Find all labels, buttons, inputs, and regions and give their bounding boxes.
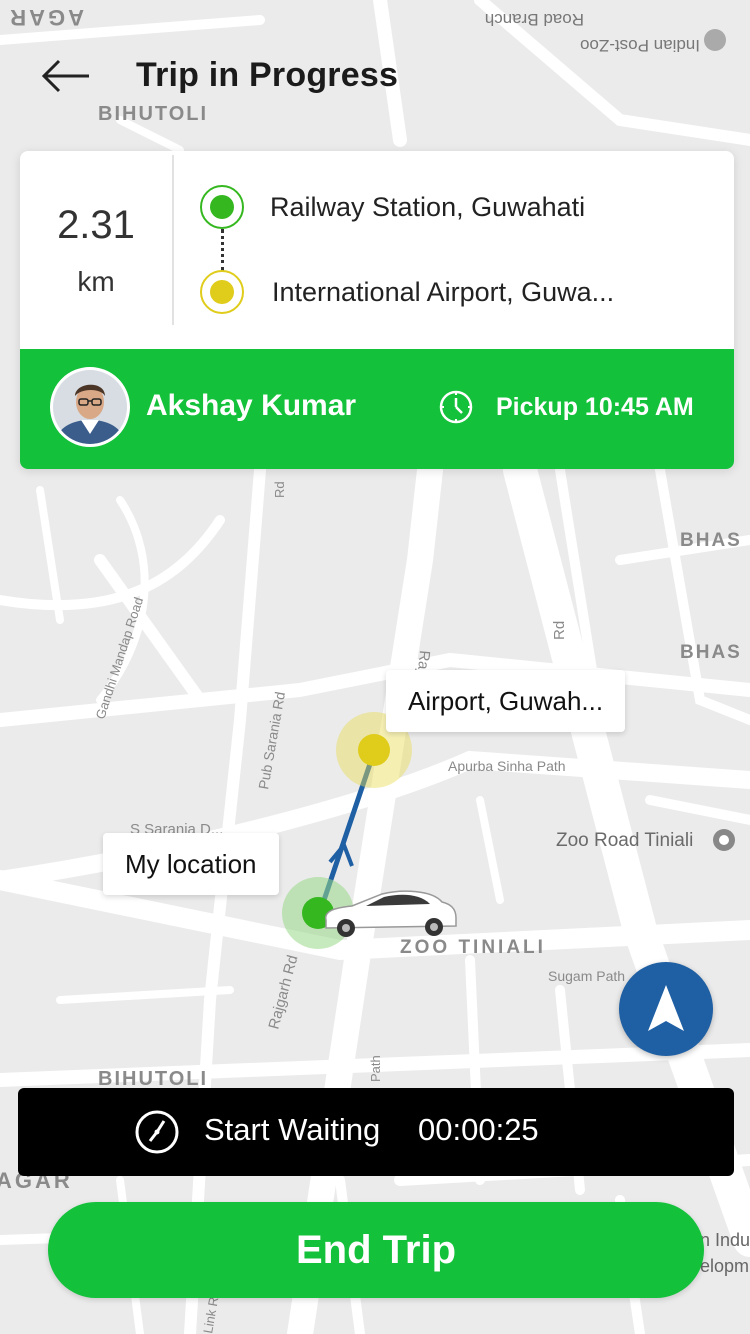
map-label-path: Path xyxy=(368,1055,383,1082)
driver-bar[interactable]: Akshay Kumar Pickup 10:45 AM xyxy=(20,349,734,469)
drop-stop[interactable]: International Airport, Guwa... xyxy=(200,267,614,317)
map-label-road: Rd xyxy=(272,481,287,498)
map-label-road: Rd xyxy=(551,621,568,640)
end-trip-button[interactable]: End Trip xyxy=(48,1202,704,1298)
destination-tooltip[interactable]: Airport, Guwah... xyxy=(386,670,626,732)
map-label-zoo-road-tiniali: Zoo Road Tiniali xyxy=(556,830,693,851)
map-label-place: elopm xyxy=(700,1256,749,1276)
navigation-button[interactable] xyxy=(619,962,713,1056)
arrow-left-icon xyxy=(41,59,89,93)
timer-icon xyxy=(135,1110,179,1154)
destination-marker[interactable] xyxy=(358,734,390,766)
start-waiting-button[interactable]: Start Waiting 00:00:25 xyxy=(18,1088,734,1176)
map-label-apurba-sinha-path: Apurba Sinha Path xyxy=(448,758,566,774)
driver-name: Akshay Kumar xyxy=(146,389,357,422)
my-location-tooltip[interactable]: My location xyxy=(103,833,279,895)
driver-photo xyxy=(53,370,127,444)
waiting-timer: 00:00:25 xyxy=(418,1112,539,1147)
map-label-bhas: BHAS xyxy=(680,530,742,551)
map-label-zoo-tiniali: ZOO TINIALI xyxy=(400,937,546,958)
navigation-arrow-icon xyxy=(648,985,684,1031)
page-title: Trip in Progress xyxy=(136,56,399,94)
distance-value: 2.31 xyxy=(57,202,135,247)
map-label-place: n Indu xyxy=(700,1230,750,1250)
top-bar: Trip in Progress xyxy=(0,40,750,120)
pickup-time: Pickup 10:45 AM xyxy=(496,393,694,421)
route-connector xyxy=(221,229,224,271)
map-label-bihutoli: BIHUTOLI xyxy=(98,1068,208,1090)
drop-location-text: International Airport, Guwa... xyxy=(272,276,615,307)
divider xyxy=(172,155,174,325)
back-button[interactable] xyxy=(36,52,96,100)
avatar[interactable] xyxy=(50,367,130,447)
map-label-nagar: AGAR xyxy=(7,5,84,30)
distance-box: 2.31 km xyxy=(20,151,172,349)
map-label-sugam-path: Sugam Path xyxy=(548,968,625,984)
pickup-location-text: Railway Station, Guwahati xyxy=(270,191,586,222)
trip-card: 2.31 km Railway Station, Guwahati Intern… xyxy=(20,151,734,469)
distance-unit: km xyxy=(77,265,115,297)
pickup-dot-icon xyxy=(200,185,244,229)
start-waiting-label: Start Waiting xyxy=(204,1112,381,1147)
clock-icon xyxy=(439,390,473,424)
pickup-stop[interactable]: Railway Station, Guwahati xyxy=(200,182,585,232)
drop-dot-icon xyxy=(200,270,244,314)
map-label-road-branch: Road Branch xyxy=(485,10,584,29)
map-label-bhas: BHAS xyxy=(680,642,742,663)
